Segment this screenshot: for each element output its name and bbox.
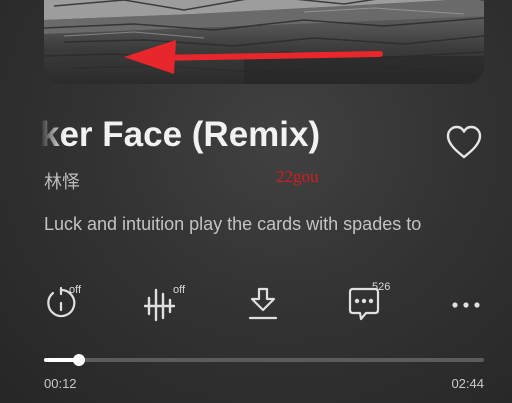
album-art-texture xyxy=(44,0,484,84)
watermark-text: 22gou xyxy=(276,167,319,186)
sound-effect-status: off xyxy=(173,284,186,296)
more-icon xyxy=(452,302,480,308)
progress-bar[interactable] xyxy=(44,354,484,366)
more-options-button[interactable] xyxy=(448,280,484,326)
comments-button[interactable]: 526 xyxy=(346,280,402,326)
download-button[interactable] xyxy=(246,280,280,326)
artist-name[interactable]: 林怿 xyxy=(44,171,80,193)
lyric-line[interactable]: Luck and intuition play the cards with s… xyxy=(44,212,484,236)
comment-count: 526 xyxy=(372,281,391,293)
swipe-arrow-shaft xyxy=(149,51,383,61)
action-bar: off off 526 xyxy=(0,280,512,330)
progress-thumb[interactable] xyxy=(73,354,86,366)
swipe-arrow-head xyxy=(124,40,176,74)
sound-effect-icon xyxy=(144,288,176,322)
timer-status: off xyxy=(69,284,82,296)
sleep-timer-button[interactable]: off xyxy=(44,280,90,326)
song-title: ker Face (Remix) xyxy=(40,115,321,154)
player-screen: ker Face (Remix) 林怿 22gou Luck and intui… xyxy=(0,0,512,403)
elapsed-time: 00:12 xyxy=(44,376,77,391)
heart-outline-icon xyxy=(446,125,482,159)
favorite-button[interactable] xyxy=(444,123,484,161)
download-icon xyxy=(248,287,278,320)
total-duration: 02:44 xyxy=(451,376,484,391)
sound-effect-button[interactable]: off xyxy=(144,280,192,326)
album-art xyxy=(44,0,484,84)
